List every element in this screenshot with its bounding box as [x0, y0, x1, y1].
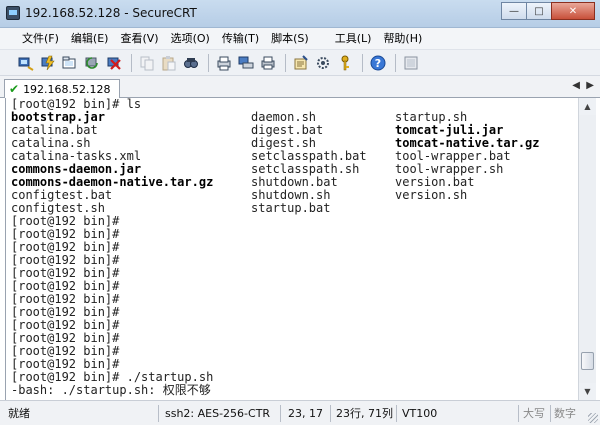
- scrollbar-thumb[interactable]: [581, 352, 594, 370]
- paste-icon[interactable]: [159, 53, 179, 73]
- sftp-icon[interactable]: [401, 53, 421, 73]
- minimize-button[interactable]: —: [501, 2, 527, 20]
- session-options-icon[interactable]: [291, 53, 311, 73]
- status-divider: [330, 405, 331, 422]
- toolbar-separator: [285, 53, 286, 72]
- status-divider: [550, 405, 551, 422]
- global-options-icon[interactable]: [313, 53, 333, 73]
- toolbar-separator: [208, 53, 209, 72]
- help-icon[interactable]: ?: [368, 53, 388, 73]
- status-divider: [280, 405, 281, 422]
- menu-view[interactable]: 查看(V): [114, 29, 164, 49]
- status-divider: [518, 405, 519, 422]
- menu-edit[interactable]: 编辑(E): [65, 29, 115, 49]
- status-terminal-size: 23行, 71列: [336, 407, 393, 420]
- menu-help[interactable]: 帮助(H): [377, 29, 428, 49]
- title-bar: 192.168.52.128 - SecureCRT — □ ✕: [0, 0, 600, 28]
- menu-tools[interactable]: 工具(L): [329, 29, 378, 49]
- reconnect-icon[interactable]: [82, 53, 102, 73]
- error-message: -bash: ./startup.sh: 权限不够: [11, 383, 211, 397]
- status-bar: 就绪 ssh2: AES-256-CTR 23, 17 23行, 71列 VT1…: [0, 400, 600, 425]
- toolbar-separator: [362, 53, 363, 72]
- menu-file[interactable]: 文件(F): [16, 29, 65, 49]
- securecrt-app-icon: [6, 6, 20, 20]
- toolbar: ?: [0, 50, 600, 76]
- toolbar-separator: [131, 53, 132, 72]
- close-button[interactable]: ✕: [551, 2, 595, 20]
- session-tab-bar: ✔ 192.168.52.128 ◀ ▶: [0, 76, 600, 98]
- terminal-line: -bash: ./startup.sh: 权限不够: [6, 384, 578, 397]
- menu-script[interactable]: 脚本(S): [265, 29, 315, 49]
- svg-text:?: ?: [375, 57, 381, 70]
- tab-session[interactable]: ✔ 192.168.52.128: [4, 79, 120, 98]
- terminal-screen[interactable]: [root@192 bin]# ls bootstrap.jar daemon.sh…: [5, 98, 578, 400]
- keymap-icon[interactable]: [335, 53, 355, 73]
- status-caps-lock: 大写: [523, 407, 545, 420]
- status-divider: [158, 405, 159, 422]
- menu-bar: 文件(F) 编辑(E) 查看(V) 选项(O) 传输(T) 脚本(S) 工具(L…: [0, 28, 600, 50]
- status-divider: [396, 405, 397, 422]
- scroll-down-icon[interactable]: ▼: [579, 383, 596, 400]
- print-screen-icon[interactable]: [236, 53, 256, 73]
- quick-connect-icon[interactable]: [38, 53, 58, 73]
- status-cursor-position: 23, 17: [288, 407, 323, 420]
- vertical-scrollbar[interactable]: ▲ ▼: [578, 98, 596, 400]
- window-title: 192.168.52.128 - SecureCRT: [25, 6, 197, 20]
- print-setup-icon[interactable]: [214, 53, 234, 73]
- connect-icon[interactable]: [16, 53, 36, 73]
- status-emulation: VT100: [402, 407, 438, 420]
- maximize-button[interactable]: □: [526, 2, 552, 20]
- copy-icon[interactable]: [137, 53, 157, 73]
- menu-transfer[interactable]: 传输(T): [216, 29, 265, 49]
- find-icon[interactable]: [181, 53, 201, 73]
- menu-options[interactable]: 选项(O): [165, 29, 216, 49]
- connected-check-icon: ✔: [9, 82, 20, 96]
- status-cipher: ssh2: AES-256-CTR: [165, 407, 271, 420]
- print-icon[interactable]: [258, 53, 278, 73]
- status-ready: 就绪: [8, 407, 30, 420]
- resize-grip-icon[interactable]: [588, 413, 598, 423]
- tab-scroll-right-icon[interactable]: ▶: [586, 80, 594, 91]
- file-entry: startup.bat: [251, 201, 331, 215]
- file-entry: version.sh: [395, 188, 468, 202]
- tab-scroll-left-icon[interactable]: ◀: [572, 80, 580, 91]
- window-controls: — □ ✕: [501, 2, 595, 21]
- connect-tab-icon[interactable]: [60, 53, 80, 73]
- disconnect-icon[interactable]: [104, 53, 124, 73]
- toolbar-separator: [395, 53, 396, 72]
- scroll-up-icon[interactable]: ▲: [579, 98, 596, 115]
- tab-label: 192.168.52.128: [23, 82, 111, 96]
- status-num-lock: 数字: [554, 407, 576, 420]
